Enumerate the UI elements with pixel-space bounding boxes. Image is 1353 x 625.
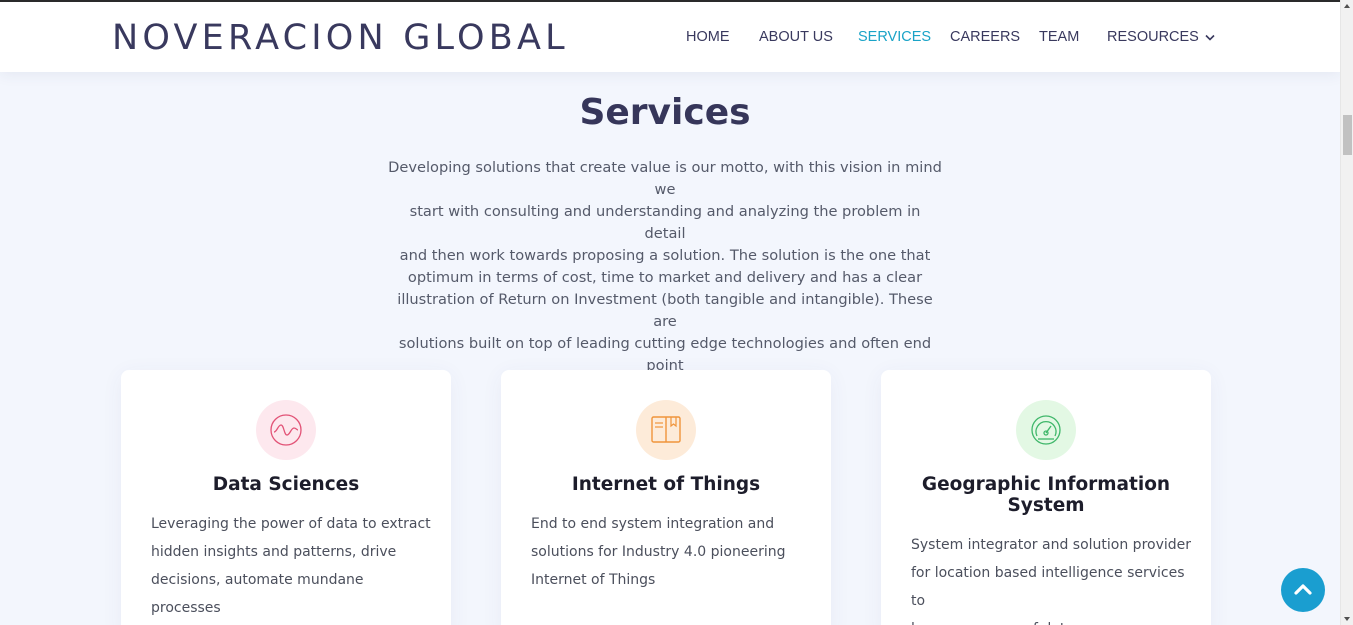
scroll-down-arrow[interactable] <box>1344 617 1350 621</box>
waveform-icon <box>256 400 316 460</box>
site-header: NOVERACION GLOBAL HOME ABOUT US SERVICES… <box>0 2 1340 72</box>
section-intro: Developing solutions that create value i… <box>388 157 942 399</box>
card-title: Data Sciences <box>212 474 360 495</box>
card-desc-line: Internet of Things <box>531 572 656 588</box>
scroll-up-arrow[interactable] <box>1344 4 1350 8</box>
scrollbar[interactable] <box>1340 0 1353 625</box>
book-icon <box>636 400 696 460</box>
card-desc-line: solutions for Industry 4.0 pioneering <box>531 544 786 560</box>
nav-resources[interactable]: RESOURCES <box>1107 29 1215 45</box>
nav-home[interactable]: HOME <box>686 29 730 45</box>
card-desc-line: System integrator and solution provider <box>911 537 1192 553</box>
card-desc-line: leverage power of data <box>911 615 1191 625</box>
card-title: Internet of Things <box>571 474 761 495</box>
card-title-line: Geographic Information <box>921 474 1171 495</box>
intro-line: Developing solutions that create value i… <box>388 159 942 198</box>
main-nav: HOME ABOUT US SERVICES CAREERS TEAM RESO… <box>0 29 1340 49</box>
service-card-internet-of-things[interactable]: Internet of Things End to end system int… <box>501 370 831 625</box>
card-desc-line: Leveraging the power of data to extract <box>151 516 431 532</box>
chevron-up-icon <box>1293 581 1313 600</box>
page: NOVERACION GLOBAL HOME ABOUT US SERVICES… <box>0 0 1340 625</box>
nav-team[interactable]: TEAM <box>1039 29 1079 45</box>
intro-line: optimum in terms of cost, time to market… <box>407 269 923 286</box>
card-description: Leveraging the power of data to extract … <box>151 510 431 622</box>
card-description: End to end system integration and soluti… <box>531 510 811 594</box>
intro-line: and then work towards proposing a soluti… <box>399 247 931 264</box>
nav-about-us[interactable]: ABOUT US <box>759 29 833 45</box>
card-description: System integrator and solution provider … <box>911 531 1191 625</box>
card-title: Geographic Information System <box>901 474 1191 516</box>
card-desc-line: decisions, automate mundane processes <box>151 572 364 616</box>
service-card-data-sciences[interactable]: Data Sciences Leveraging the power of da… <box>121 370 451 625</box>
nav-services[interactable]: SERVICES <box>858 29 931 45</box>
scrollbar-thumb[interactable] <box>1343 115 1352 155</box>
nav-careers[interactable]: CAREERS <box>950 29 1020 45</box>
card-desc-line: for location based intelligence services… <box>911 565 1185 609</box>
nav-resources-label: RESOURCES <box>1107 29 1199 45</box>
speedometer-icon <box>1016 400 1076 460</box>
section-title: Services <box>579 92 751 133</box>
service-card-geographic-information-system[interactable]: Geographic Information System System int… <box>881 370 1211 625</box>
intro-line: illustration of Return on Investment (bo… <box>397 291 933 330</box>
card-title-line: System <box>1007 495 1085 516</box>
card-desc-line: hidden insights and patterns, drive <box>151 544 397 560</box>
back-to-top-button[interactable] <box>1281 568 1325 612</box>
chevron-down-icon <box>1205 29 1215 45</box>
intro-line: start with consulting and understanding … <box>409 203 921 242</box>
card-desc-line: End to end system integration and <box>531 516 775 532</box>
